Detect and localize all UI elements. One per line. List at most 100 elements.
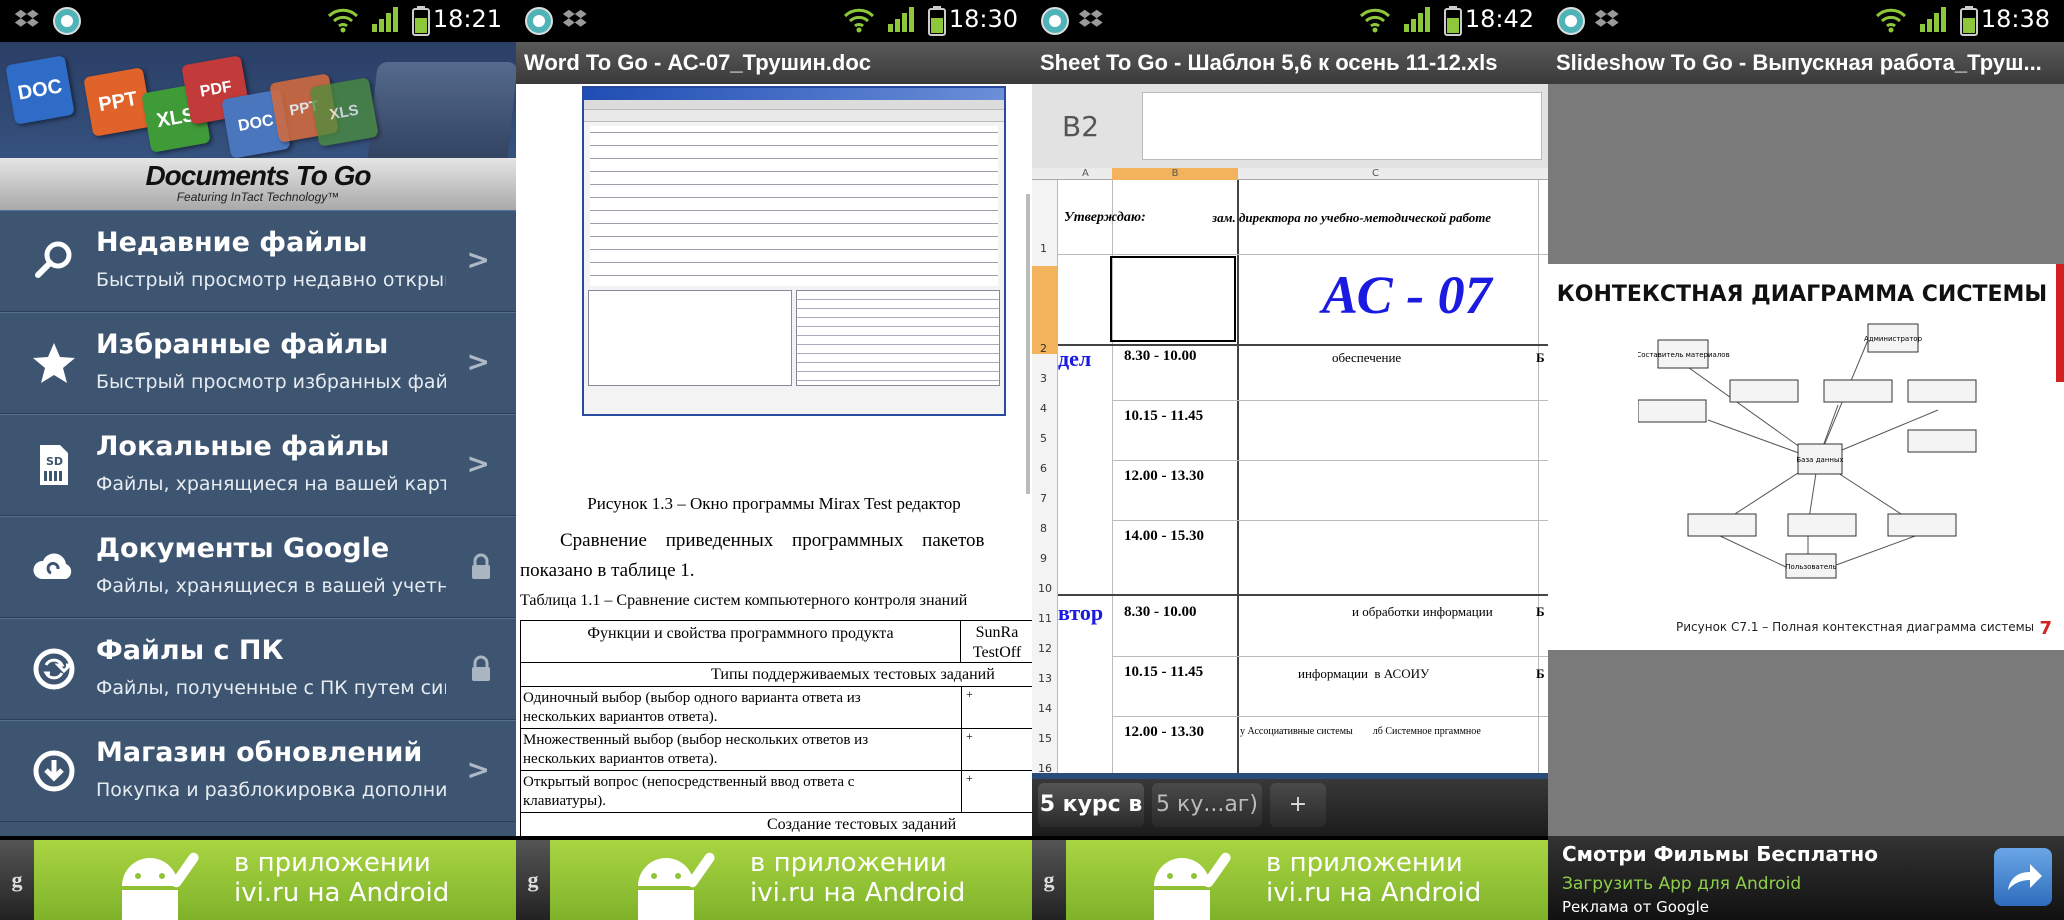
ad-body[interactable]: в приложении ivi.ru на Android <box>1066 840 1548 920</box>
battery-icon <box>1960 6 1978 36</box>
android-icon <box>638 852 715 920</box>
menu-recent-files[interactable]: Недавние файлы Быстрый просмотр недавно … <box>0 210 516 312</box>
chevron-right-icon: > <box>466 243 490 276</box>
column-header: A B C <box>1032 168 1548 180</box>
time-cell: 10.15 - 11.45 <box>1124 408 1204 424</box>
row-number: 7 <box>1040 492 1047 505</box>
cell-reference: B2 <box>1062 110 1100 143</box>
embedded-menubar <box>584 100 1004 110</box>
ad-open-button[interactable] <box>1994 848 2052 906</box>
embedded-bottom-panes <box>588 290 1000 386</box>
time-cell: 12.00 - 13.30 <box>1124 724 1204 740</box>
ad-footer: Реклама от Google <box>1562 898 1709 916</box>
menu-pc-files[interactable]: Файлы с ПК Файлы, полученные с ПК путем … <box>0 618 516 720</box>
embedded-toolbar <box>584 110 1004 122</box>
grid-line <box>1112 656 1548 657</box>
grid-line <box>1237 180 1239 773</box>
ad-banner[interactable]: g в приложении ivi.ru на Android <box>516 836 1032 920</box>
edge-letter: Б <box>1536 604 1545 619</box>
scrollbar[interactable] <box>1026 194 1030 494</box>
ad-text: в приложении ivi.ru на Android <box>1266 848 1481 908</box>
table-cell-line: Множественный выбор (выбор нескольких от… <box>523 732 869 748</box>
edge-letter: Б <box>1536 666 1545 681</box>
edge-letter: Б <box>1536 350 1545 365</box>
ad-banner[interactable]: g в приложении ivi.ru на Android <box>0 836 516 920</box>
slide-view[interactable]: КОНТЕКСТНАЯ ДИАГРАММА СИСТЕМЫ Составител… <box>1548 264 2064 650</box>
menu-title: Недавние файлы <box>96 227 368 258</box>
window-title: Word To Go - АС-07_Трушин.doc <box>516 42 1032 84</box>
document-view[interactable]: Рисунок 1.3 – Окно программы Mirax Test … <box>516 84 1032 836</box>
ad-banner[interactable]: g в приложении ivi.ru на Android <box>1032 836 1548 920</box>
table-caption: Таблица 1.1 – Сравнение систем компьютер… <box>520 592 968 609</box>
status-bar: 18:30 <box>516 0 1032 42</box>
download-icon <box>33 750 75 792</box>
google-ad-banner[interactable]: Смотри Фильмы Бесплатно Загрузить App дл… <box>1548 836 2064 920</box>
formula-input[interactable] <box>1142 92 1542 160</box>
row-number: 10 <box>1038 582 1052 595</box>
ad-body[interactable]: в приложении ivi.ru на Android <box>34 840 516 920</box>
window-title: Sheet To Go - Шаблон 5,6 к осень 11-12.x… <box>1032 42 1548 84</box>
cloud-icon <box>33 553 72 579</box>
wifi-icon <box>843 8 875 33</box>
row-number: 12 <box>1038 642 1052 655</box>
xls-tile-small: XLS <box>309 77 379 147</box>
app-notification-icon <box>1041 7 1069 35</box>
wifi-icon <box>1875 8 1907 33</box>
battery-icon <box>1444 6 1462 36</box>
menu-subtitle: Быстрый просмотр недавно открывав <box>96 269 446 291</box>
subject-cell: у Ассоциативные системы лб Системное прг… <box>1240 726 1481 737</box>
app-notification-icon <box>53 7 81 35</box>
window-title: Slideshow To Go - Выпускная работа_Труш.… <box>1548 42 2064 84</box>
add-sheet-button[interactable]: + <box>1270 783 1326 827</box>
table-header-col2-line2: TestOff <box>972 644 1022 661</box>
row-header: 1 2 3 4 5 6 7 8 9 10 11 12 13 14 15 16 <box>1032 180 1058 775</box>
embedded-pane-left <box>588 290 792 386</box>
ad-body[interactable]: в приложении ivi.ru на Android <box>550 840 1032 920</box>
grid-line <box>1538 180 1539 773</box>
ad-badge: g <box>1032 840 1066 920</box>
table-cell-line: нескольких вариантов ответа). <box>523 709 718 725</box>
dropbox-icon <box>1594 9 1619 27</box>
brand-logo: Documents To Go <box>145 160 371 191</box>
group-name-cell: АС - 07 <box>1322 265 1492 325</box>
tab-sheet-2[interactable]: 5 ку...аг) <box>1152 783 1262 827</box>
ad-title: Смотри Фильмы Бесплатно <box>1562 842 1878 866</box>
battery-icon <box>928 6 946 36</box>
lock-icon <box>472 655 490 681</box>
ad-subtitle: Загрузить App для Android <box>1562 874 1802 894</box>
menu-update-store[interactable]: Магазин обновлений Покупка и разблокиров… <box>0 720 516 822</box>
row-number: 2 <box>1040 342 1047 355</box>
formula-bar: B2 <box>1032 84 1548 170</box>
app-notification-icon <box>1557 7 1585 35</box>
time-cell: 14.00 - 15.30 <box>1124 528 1204 544</box>
grid-line <box>1112 520 1548 521</box>
column-letter: C <box>1372 168 1379 179</box>
folder-graphic <box>366 62 516 172</box>
signal-icon <box>888 7 914 32</box>
grid-line <box>1058 594 1548 596</box>
dropbox-icon <box>14 9 39 27</box>
tab-sheet-1[interactable]: 5 курс в <box>1038 783 1144 827</box>
selected-cell-b2[interactable] <box>1110 256 1236 342</box>
menu-local-files[interactable]: SD Локальные файлы Файлы, хранящиеся на … <box>0 414 516 516</box>
ad-line2: ivi.ru на Android <box>750 878 966 908</box>
time-cell: 12.00 - 13.30 <box>1124 468 1204 484</box>
menu-google-docs[interactable]: Документы Google Файлы, хранящиеся в ваш… <box>0 516 516 618</box>
slide-caption: Рисунок С7.1 – Полная контекстная диагра… <box>1676 620 2035 634</box>
status-bar: 18:38 <box>1548 0 2064 42</box>
node-user: Пользователь <box>1785 563 1837 571</box>
time-cell: 8.30 - 10.00 <box>1124 348 1197 364</box>
spreadsheet-grid[interactable]: A B C 1 2 3 4 5 6 7 8 9 10 11 12 13 14 1… <box>1032 168 1548 775</box>
menu-title: Локальные файлы <box>96 431 390 462</box>
tab-strip-accent <box>1032 773 1548 779</box>
app-notification-icon <box>525 7 553 35</box>
menu-favorite-files[interactable]: Избранные файлы Быстрый просмотр избранн… <box>0 312 516 414</box>
menu-subtitle: Файлы, хранящиеся в вашей учетной <box>96 575 446 597</box>
subject-cell: и обработки информации <box>1352 604 1493 619</box>
sd-label: SD <box>46 455 63 468</box>
wifi-icon <box>1359 8 1391 33</box>
paragraph-line2: показано в таблице 1. <box>520 560 695 581</box>
column-letter-selected: B <box>1112 168 1238 180</box>
table-cell-value: + <box>961 687 1032 729</box>
android-icon <box>1154 852 1231 920</box>
